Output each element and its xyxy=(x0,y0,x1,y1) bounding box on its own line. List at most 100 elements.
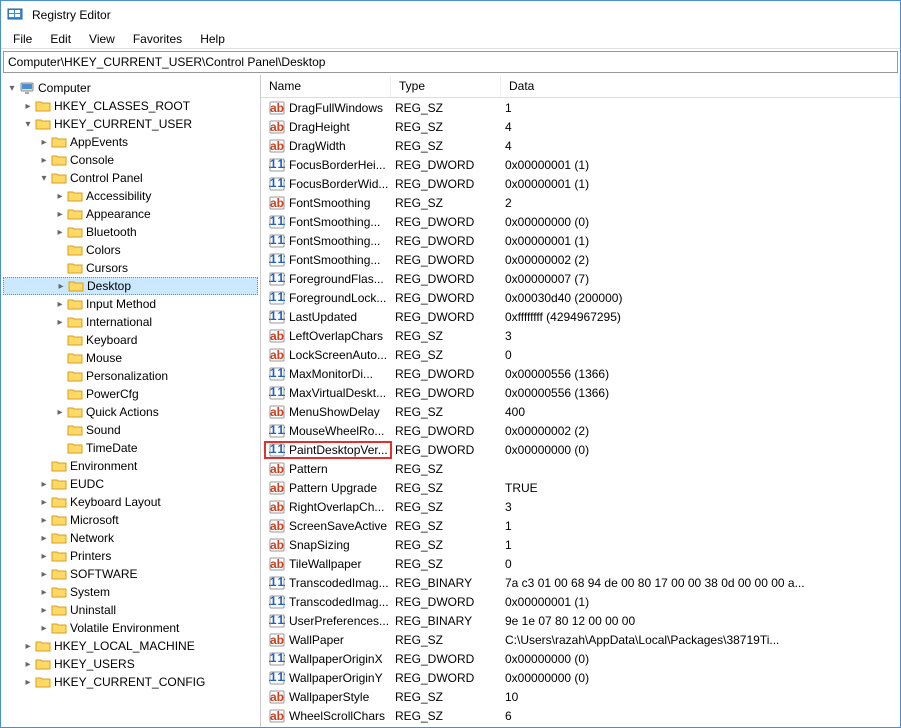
value-row[interactable]: abLockScreenAuto...REG_SZ0 xyxy=(261,345,900,364)
value-row[interactable]: abWheelScrollCharsREG_SZ6 xyxy=(261,706,900,725)
value-row[interactable]: 011 110PaintDesktopVer...REG_DWORD0x0000… xyxy=(261,440,900,459)
chevron-icon[interactable] xyxy=(53,299,67,310)
chevron-icon[interactable] xyxy=(5,83,19,94)
tree-item[interactable]: Input Method xyxy=(3,295,258,313)
value-row[interactable]: abFontSmoothingREG_SZ2 xyxy=(261,193,900,212)
chevron-icon[interactable] xyxy=(53,191,67,202)
header-data[interactable]: Data xyxy=(501,75,900,97)
value-row[interactable]: 011 110MouseWheelRo...REG_DWORD0x0000000… xyxy=(261,421,900,440)
value-row[interactable]: 011 110MaxVirtualDeskt...REG_DWORD0x0000… xyxy=(261,383,900,402)
menu-view[interactable]: View xyxy=(81,30,123,48)
chevron-icon[interactable] xyxy=(37,605,51,616)
tree-item[interactable]: Printers xyxy=(3,547,258,565)
value-row[interactable]: abScreenSaveActiveREG_SZ1 xyxy=(261,516,900,535)
tree-item[interactable]: Volatile Environment xyxy=(3,619,258,637)
value-row[interactable]: abPattern UpgradeREG_SZTRUE xyxy=(261,478,900,497)
value-row[interactable]: abPatternREG_SZ xyxy=(261,459,900,478)
value-row[interactable]: abWallpaperStyleREG_SZ10 xyxy=(261,687,900,706)
header-name[interactable]: Name xyxy=(261,75,391,97)
chevron-icon[interactable] xyxy=(21,641,35,652)
tree-item[interactable]: Accessibility xyxy=(3,187,258,205)
value-row[interactable]: 011 110ForegroundFlas...REG_DWORD0x00000… xyxy=(261,269,900,288)
tree-item[interactable]: SOFTWARE xyxy=(3,565,258,583)
tree-item[interactable]: TimeDate xyxy=(3,439,258,457)
tree-item[interactable]: Bluetooth xyxy=(3,223,258,241)
tree-item[interactable]: Keyboard xyxy=(3,331,258,349)
value-row[interactable]: 011 110WallpaperOriginYREG_DWORD0x000000… xyxy=(261,668,900,687)
tree-item[interactable]: HKEY_CLASSES_ROOT xyxy=(3,97,258,115)
tree-item[interactable]: Network xyxy=(3,529,258,547)
tree-item[interactable]: PowerCfg xyxy=(3,385,258,403)
tree-item[interactable]: HKEY_USERS xyxy=(3,655,258,673)
tree-item[interactable]: Keyboard Layout xyxy=(3,493,258,511)
tree-item[interactable]: Console xyxy=(3,151,258,169)
chevron-icon[interactable] xyxy=(53,317,67,328)
tree-item[interactable]: AppEvents xyxy=(3,133,258,151)
menu-favorites[interactable]: Favorites xyxy=(125,30,190,48)
chevron-icon[interactable] xyxy=(21,677,35,688)
tree-item[interactable]: HKEY_CURRENT_CONFIG xyxy=(3,673,258,691)
menu-edit[interactable]: Edit xyxy=(42,30,79,48)
chevron-icon[interactable] xyxy=(37,173,51,184)
value-row[interactable]: abDragWidthREG_SZ4 xyxy=(261,136,900,155)
chevron-icon[interactable] xyxy=(37,587,51,598)
chevron-icon[interactable] xyxy=(37,137,51,148)
value-row[interactable]: abDragHeightREG_SZ4 xyxy=(261,117,900,136)
chevron-icon[interactable] xyxy=(21,119,35,130)
tree-item[interactable]: Environment xyxy=(3,457,258,475)
value-row[interactable]: abWallPaperREG_SZC:\Users\razah\AppData\… xyxy=(261,630,900,649)
tree-item[interactable]: Sound xyxy=(3,421,258,439)
value-row[interactable]: 011 110TranscodedImag...REG_DWORD0x00000… xyxy=(261,592,900,611)
tree-item[interactable]: Appearance xyxy=(3,205,258,223)
value-row[interactable]: 011 110FocusBorderWid...REG_DWORD0x00000… xyxy=(261,174,900,193)
value-row[interactable]: 011 110FocusBorderHei...REG_DWORD0x00000… xyxy=(261,155,900,174)
tree-item[interactable]: Desktop xyxy=(3,277,258,295)
tree-item[interactable]: Personalization xyxy=(3,367,258,385)
tree-item[interactable]: HKEY_CURRENT_USER xyxy=(3,115,258,133)
chevron-icon[interactable] xyxy=(37,497,51,508)
tree-item[interactable]: Uninstall xyxy=(3,601,258,619)
chevron-icon[interactable] xyxy=(21,659,35,670)
chevron-icon[interactable] xyxy=(37,155,51,166)
chevron-icon[interactable] xyxy=(21,101,35,112)
chevron-icon[interactable] xyxy=(54,281,68,292)
value-row[interactable]: abSnapSizingREG_SZ1 xyxy=(261,535,900,554)
chevron-icon[interactable] xyxy=(37,515,51,526)
value-row[interactable]: abDragFullWindowsREG_SZ1 xyxy=(261,98,900,117)
tree-item[interactable]: Cursors xyxy=(3,259,258,277)
menu-file[interactable]: File xyxy=(5,30,40,48)
tree-item[interactable]: HKEY_LOCAL_MACHINE xyxy=(3,637,258,655)
chevron-icon[interactable] xyxy=(37,551,51,562)
tree-item[interactable]: Control Panel xyxy=(3,169,258,187)
value-row[interactable]: 011 110TranscodedImag...REG_BINARY7a c3 … xyxy=(261,573,900,592)
value-row[interactable]: abTileWallpaperREG_SZ0 xyxy=(261,554,900,573)
value-row[interactable]: abMenuShowDelayREG_SZ400 xyxy=(261,402,900,421)
value-row[interactable]: 011 110FontSmoothing...REG_DWORD0x000000… xyxy=(261,250,900,269)
value-row[interactable]: 011 110ForegroundLock...REG_DWORD0x00030… xyxy=(261,288,900,307)
chevron-icon[interactable] xyxy=(37,623,51,634)
value-row[interactable]: 011 110LastUpdatedREG_DWORD0xffffffff (4… xyxy=(261,307,900,326)
tree-item[interactable]: Colors xyxy=(3,241,258,259)
tree-item[interactable]: Mouse xyxy=(3,349,258,367)
tree-item[interactable]: International xyxy=(3,313,258,331)
registry-tree[interactable]: ComputerHKEY_CLASSES_ROOTHKEY_CURRENT_US… xyxy=(1,75,261,727)
value-row[interactable]: 011 110FontSmoothing...REG_DWORD0x000000… xyxy=(261,231,900,250)
chevron-icon[interactable] xyxy=(37,479,51,490)
value-row[interactable]: 011 110WallpaperOriginXREG_DWORD0x000000… xyxy=(261,649,900,668)
value-row[interactable]: 011 110MaxMonitorDi...REG_DWORD0x0000055… xyxy=(261,364,900,383)
chevron-icon[interactable] xyxy=(53,209,67,220)
menu-help[interactable]: Help xyxy=(192,30,233,48)
chevron-icon[interactable] xyxy=(37,533,51,544)
tree-item[interactable]: Microsoft xyxy=(3,511,258,529)
tree-item[interactable]: Quick Actions xyxy=(3,403,258,421)
address-bar[interactable]: Computer\HKEY_CURRENT_USER\Control Panel… xyxy=(3,51,898,73)
header-type[interactable]: Type xyxy=(391,75,501,97)
chevron-icon[interactable] xyxy=(37,569,51,580)
chevron-icon[interactable] xyxy=(53,227,67,238)
value-row[interactable]: 011 110UserPreferences...REG_BINARY9e 1e… xyxy=(261,611,900,630)
tree-root-computer[interactable]: Computer xyxy=(3,79,258,97)
value-row[interactable]: 011 110FontSmoothing...REG_DWORD0x000000… xyxy=(261,212,900,231)
chevron-icon[interactable] xyxy=(53,407,67,418)
value-list[interactable]: Name Type Data abDragFullWindowsREG_SZ1a… xyxy=(261,75,900,727)
tree-item[interactable]: System xyxy=(3,583,258,601)
